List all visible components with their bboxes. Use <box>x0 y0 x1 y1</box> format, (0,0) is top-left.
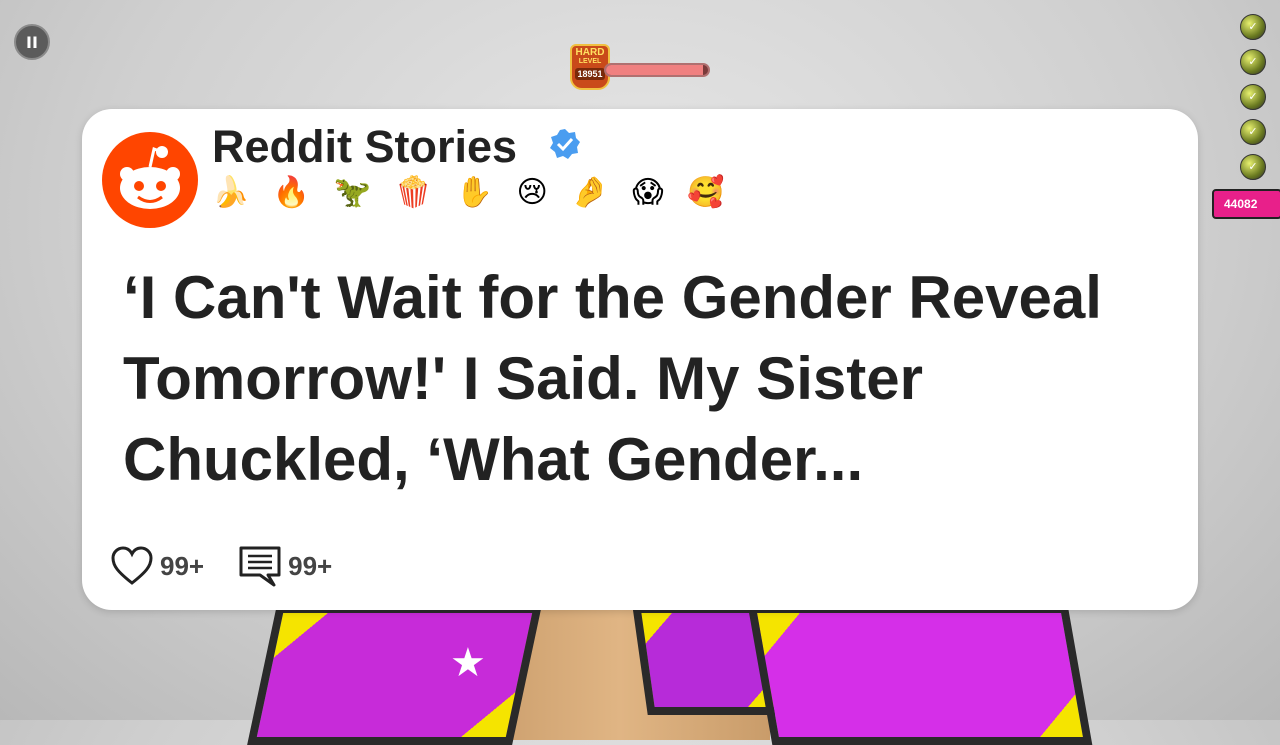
side-ball-column: ✓ ✓ ✓ ✓ ✓ <box>1240 14 1266 189</box>
post-headline: ‘I Can't Wait for the Gender Reveal Tomo… <box>123 264 1102 493</box>
emoji: 🤌 <box>571 175 611 210</box>
emoji: 🥰 <box>687 175 727 210</box>
verified-badge-icon <box>550 129 580 159</box>
reddit-post-card: Reddit Stories 🍌 🔥 🦖 🍿 ✋ 😢 🤌 😱 🥰 ‘I Can'… <box>82 109 1198 610</box>
star-icon: ★ <box>450 641 486 685</box>
ball-icon: ✓ <box>1240 49 1266 75</box>
ball-icon: ✓ <box>1240 154 1266 180</box>
post-footer: 99+ 99+ <box>110 545 332 587</box>
emoji: 🔥 <box>272 175 313 210</box>
emoji: 🍌 <box>212 175 252 210</box>
channel-name: Reddit Stories <box>212 121 518 172</box>
emoji: 🍿 <box>394 175 435 210</box>
emoji: 🦖 <box>333 175 374 210</box>
comments-count: 99+ <box>288 550 333 581</box>
level-number: 18951 <box>575 68 605 80</box>
difficulty-label: HARD <box>575 47 605 58</box>
reddit-alien-icon <box>120 146 180 209</box>
crate <box>747 605 1093 745</box>
progress-fill <box>606 65 703 75</box>
reddit-logo-avatar <box>102 132 198 228</box>
level-progress-bar <box>604 63 710 77</box>
pause-button[interactable]: II <box>14 24 50 60</box>
emoji: ✋ <box>455 175 495 210</box>
comment-icon[interactable] <box>238 545 282 587</box>
emoji: 😢 <box>516 175 550 210</box>
ball-icon: ✓ <box>1240 119 1266 145</box>
level-label: LEVEL <box>578 58 602 65</box>
likes-count: 99+ <box>160 550 205 581</box>
heart-icon[interactable] <box>110 546 154 586</box>
ball-icon: ✓ <box>1240 14 1266 40</box>
score-counter: 44082 <box>1212 189 1280 219</box>
emoji-row: 🍌 🔥 🦖 🍿 ✋ 😢 🤌 😱 🥰 <box>212 175 736 210</box>
ball-icon: ✓ <box>1240 84 1266 110</box>
crate <box>247 605 542 745</box>
emoji: 😱 <box>632 175 666 210</box>
